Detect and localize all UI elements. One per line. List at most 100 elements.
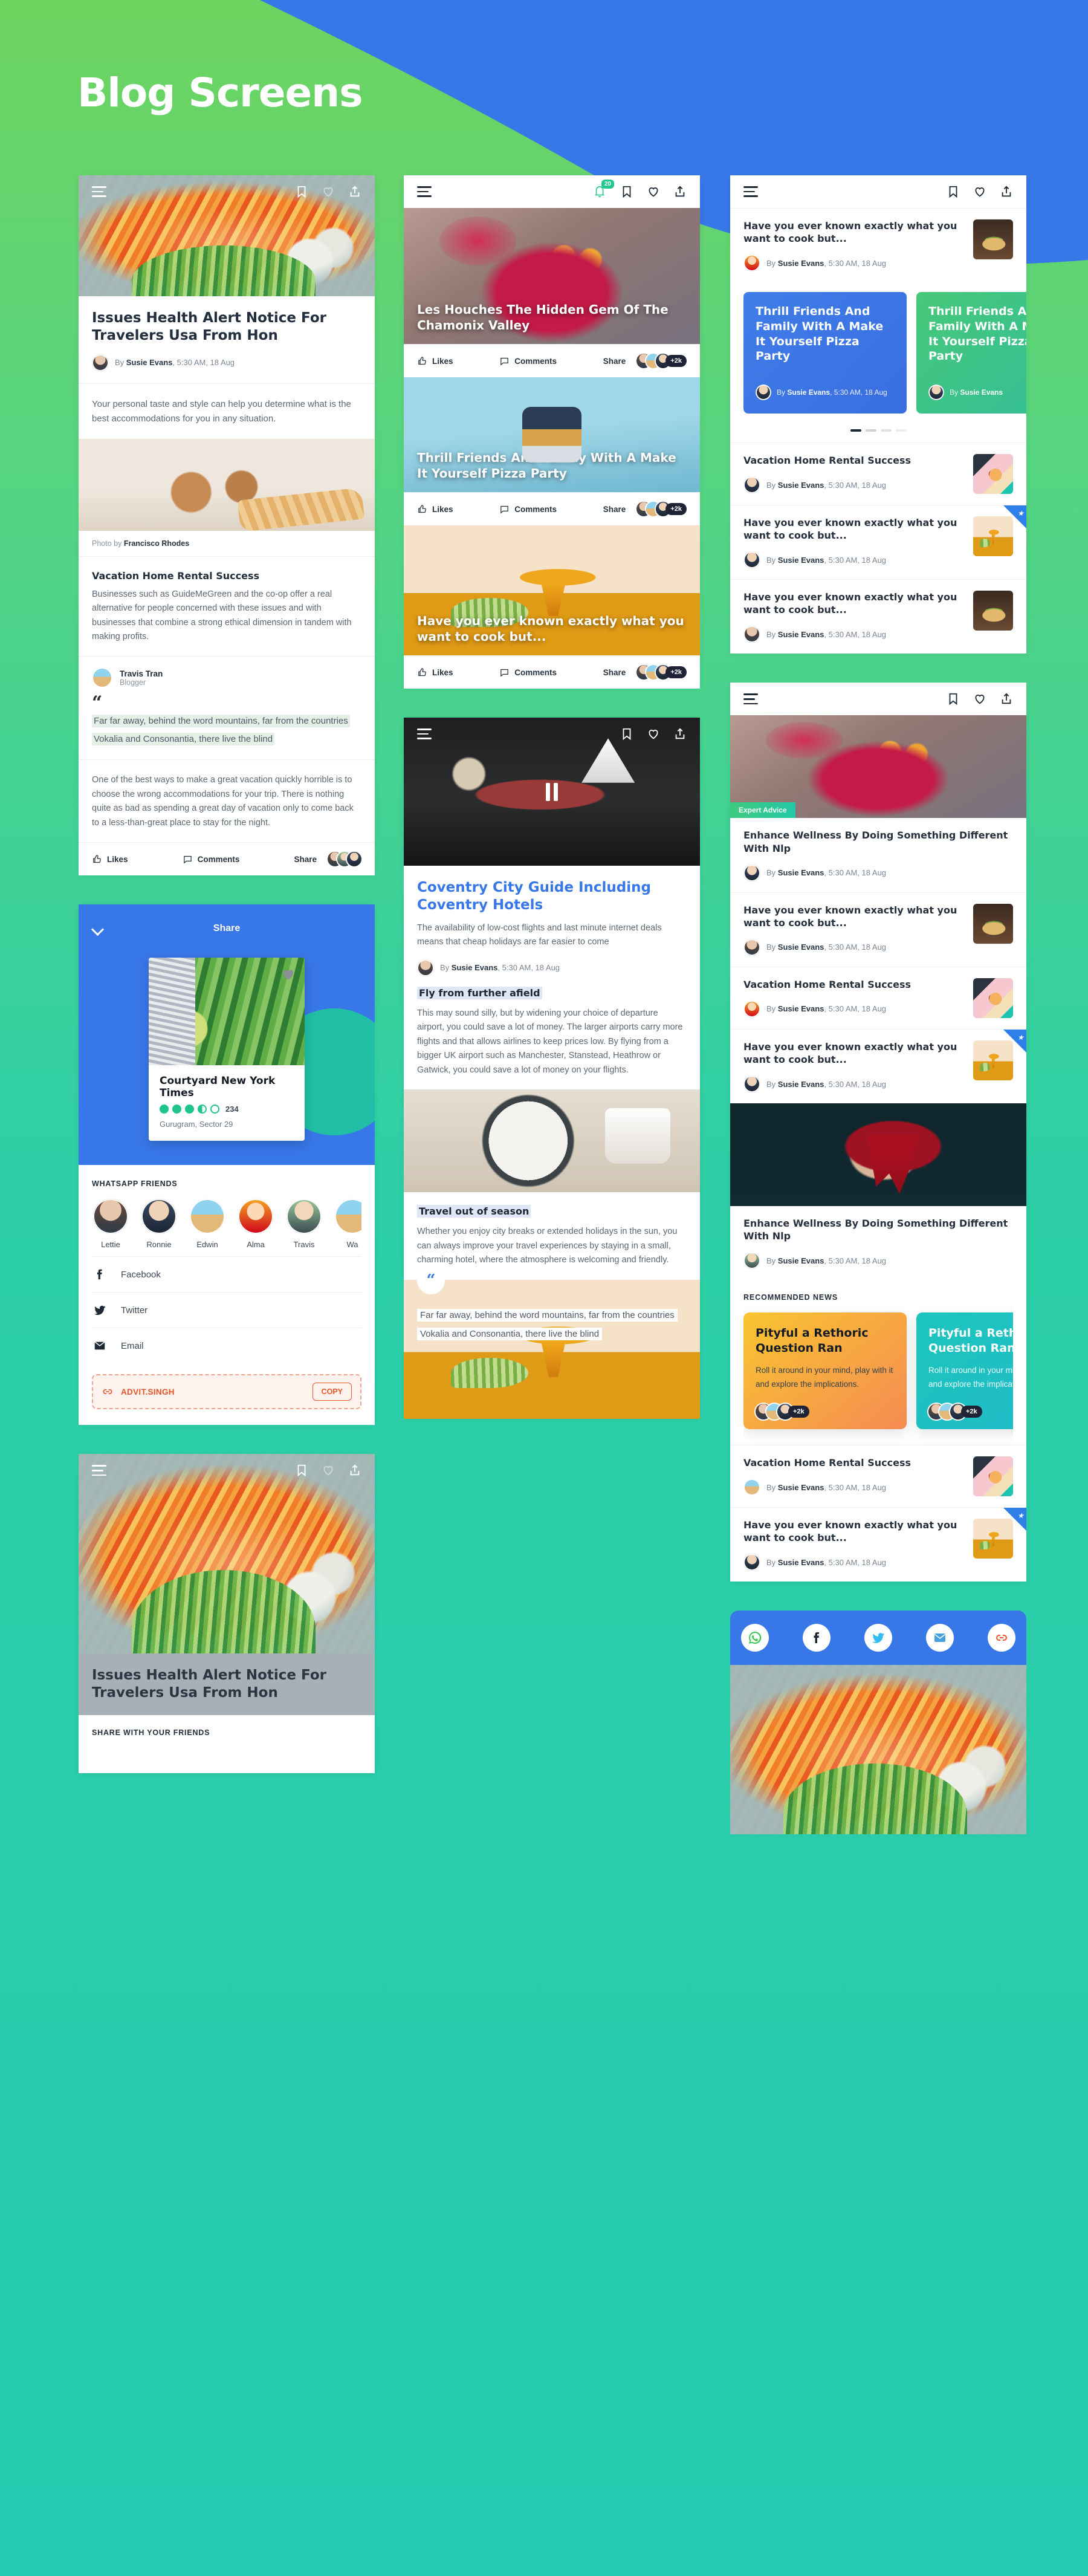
carousel-dots[interactable] — [730, 426, 1026, 443]
copy-link-box[interactable]: ADVIT.SINGH COPY — [92, 1374, 361, 1410]
feed-item-title: Vacation Home Rental Success — [743, 1456, 911, 1468]
article-title[interactable]: Coventry City Guide Including Coventry H… — [417, 879, 687, 914]
whatsapp-friends-list[interactable]: Lettie Ronnie Edwin Alma Travis Wa — [92, 1199, 361, 1249]
recommended-card[interactable]: Pityful a Rethoric Question Ran Roll it … — [916, 1312, 1013, 1429]
avatar — [92, 667, 112, 689]
comments-label: Comments — [197, 854, 240, 864]
bookmark-icon[interactable] — [947, 185, 960, 198]
table-row[interactable]: Have you ever known exactly what you wan… — [730, 892, 1026, 967]
likes-label: Likes — [107, 854, 128, 864]
comments-button[interactable]: Comments — [183, 854, 240, 865]
heart-icon[interactable] — [973, 692, 986, 706]
link-icon[interactable] — [988, 1624, 1015, 1652]
notifications-icon[interactable]: 20 — [594, 180, 614, 198]
avatar — [743, 551, 760, 569]
carousel-dot[interactable] — [895, 429, 907, 432]
table-row[interactable]: Enhance Wellness By Doing Something Diff… — [730, 1206, 1026, 1280]
table-row[interactable]: Have you ever known exactly what you wan… — [730, 208, 1026, 283]
bookmark-icon[interactable] — [947, 692, 960, 706]
place-address: Gurugram, Sector 29 — [160, 1120, 233, 1129]
heart-icon[interactable] — [973, 185, 986, 198]
carousel-dot[interactable] — [850, 429, 861, 432]
list-item[interactable]: Alma — [237, 1199, 274, 1249]
share-button[interactable]: Share +2k — [603, 354, 687, 368]
feed-card-col2: 20 Les Houches The Hidden Gem Of The Cha… — [404, 175, 700, 689]
share-icon[interactable] — [348, 185, 361, 198]
share-button[interactable]: Share +2k — [603, 665, 687, 680]
promo-card[interactable]: Thrill Friends And Family With A Make It… — [743, 292, 907, 414]
recommended-carousel[interactable]: Pityful a Rethoric Question Ran Roll it … — [743, 1302, 1013, 1445]
section-body-2: Whether you enjoy city breaks or extende… — [417, 1227, 678, 1265]
table-row[interactable]: ★ Have you ever known exactly what you w… — [730, 1028, 1026, 1104]
recommended-body: Roll it around in your mind, play with i… — [756, 1365, 893, 1389]
list-item[interactable]: Ronnie — [140, 1199, 178, 1249]
recommended-card[interactable]: Pityful a Rethoric Question Ran Roll it … — [743, 1312, 907, 1429]
comments-button[interactable]: Comments — [499, 356, 557, 366]
list-item[interactable]: Lettie — [92, 1199, 129, 1249]
coventry-section-2: Travel out of season Whether you enjoy c… — [404, 1192, 700, 1279]
favorite-heart-icon[interactable] — [280, 966, 296, 982]
heart-icon[interactable] — [322, 185, 335, 198]
likes-label: Likes — [432, 667, 453, 677]
share-icon[interactable] — [673, 185, 687, 198]
share-icon[interactable] — [348, 1464, 361, 1477]
chevron-down-icon[interactable] — [92, 923, 104, 935]
share-button[interactable]: Share +2k — [603, 502, 687, 516]
email-icon[interactable] — [926, 1624, 954, 1652]
column-2: 20 Les Houches The Hidden Gem Of The Cha… — [404, 175, 700, 1448]
table-row[interactable]: ★ Have you ever known exactly what you w… — [730, 1507, 1026, 1582]
table-row[interactable]: Have you ever known exactly what you wan… — [730, 579, 1026, 654]
menu-icon[interactable] — [92, 186, 106, 197]
comments-button[interactable]: Comments — [499, 667, 557, 678]
share-icon[interactable] — [1000, 185, 1013, 198]
table-row[interactable]: Vacation Home Rental Success By Susie Ev… — [730, 966, 1026, 1029]
hero-photo-steak — [404, 718, 700, 866]
copy-button[interactable]: COPY — [312, 1383, 352, 1401]
table-row[interactable]: Vacation Home Rental Success By Susie Ev… — [730, 1444, 1026, 1507]
menu-icon[interactable] — [743, 693, 758, 705]
likes-button[interactable]: Likes — [417, 667, 453, 678]
recommended-body: Roll it around in your mind, play with i… — [928, 1365, 1013, 1389]
share-channel-twitter[interactable]: Twitter — [92, 1292, 361, 1328]
list-item[interactable]: Edwin — [189, 1199, 226, 1249]
bookmark-icon[interactable] — [295, 185, 308, 198]
menu-icon[interactable] — [417, 186, 432, 197]
menu-icon[interactable] — [743, 186, 758, 197]
twitter-icon[interactable] — [864, 1624, 892, 1652]
card-topbar — [79, 1454, 375, 1487]
table-row[interactable]: Vacation Home Rental Success By Susie Ev… — [730, 442, 1026, 505]
byline-time: , 5:30 AM, 18 Aug — [824, 555, 887, 565]
quote-mark-icon: “ — [417, 1266, 445, 1294]
menu-icon[interactable] — [92, 1465, 106, 1476]
share-button[interactable]: Share — [294, 852, 361, 867]
share-channel-facebook[interactable]: Facebook — [92, 1256, 361, 1292]
comments-button[interactable]: Comments — [499, 504, 557, 514]
pause-icon[interactable] — [546, 782, 558, 801]
carousel-dot[interactable] — [865, 429, 876, 432]
share-channel-email[interactable]: Email — [92, 1328, 361, 1363]
share-icon[interactable] — [1000, 692, 1013, 706]
likes-button[interactable]: Likes — [417, 504, 453, 514]
likes-button[interactable]: Likes — [417, 356, 453, 366]
whatsapp-icon[interactable] — [741, 1624, 769, 1652]
bookmark-icon[interactable] — [620, 185, 633, 198]
twitter-icon — [92, 1303, 108, 1317]
promo-carousel[interactable]: Thrill Friends And Family With A Make It… — [730, 282, 1026, 427]
heart-icon[interactable] — [322, 1464, 335, 1477]
place-card[interactable]: Courtyard New York Times 234 Gurugram, S… — [149, 958, 305, 1141]
table-row[interactable]: ★ Have you ever known exactly what you w… — [730, 504, 1026, 580]
share-icon[interactable] — [673, 727, 687, 741]
likes-button[interactable]: Likes — [92, 854, 128, 865]
facebook-icon[interactable] — [803, 1624, 831, 1652]
promo-card[interactable]: Thrill Friends And Family With A Make It… — [916, 292, 1026, 414]
list-item[interactable]: Travis — [285, 1199, 323, 1249]
heart-icon[interactable] — [647, 185, 660, 198]
table-row[interactable]: Enhance Wellness By Doing Something Diff… — [730, 818, 1026, 892]
heart-icon[interactable] — [647, 727, 660, 741]
promo-title: Thrill Friends And Family With A Make It… — [928, 305, 1026, 363]
menu-icon[interactable] — [417, 728, 432, 739]
list-item[interactable]: Wa — [334, 1199, 361, 1249]
bookmark-icon[interactable] — [620, 727, 633, 741]
carousel-dot[interactable] — [880, 429, 892, 432]
bookmark-icon[interactable] — [295, 1464, 308, 1477]
